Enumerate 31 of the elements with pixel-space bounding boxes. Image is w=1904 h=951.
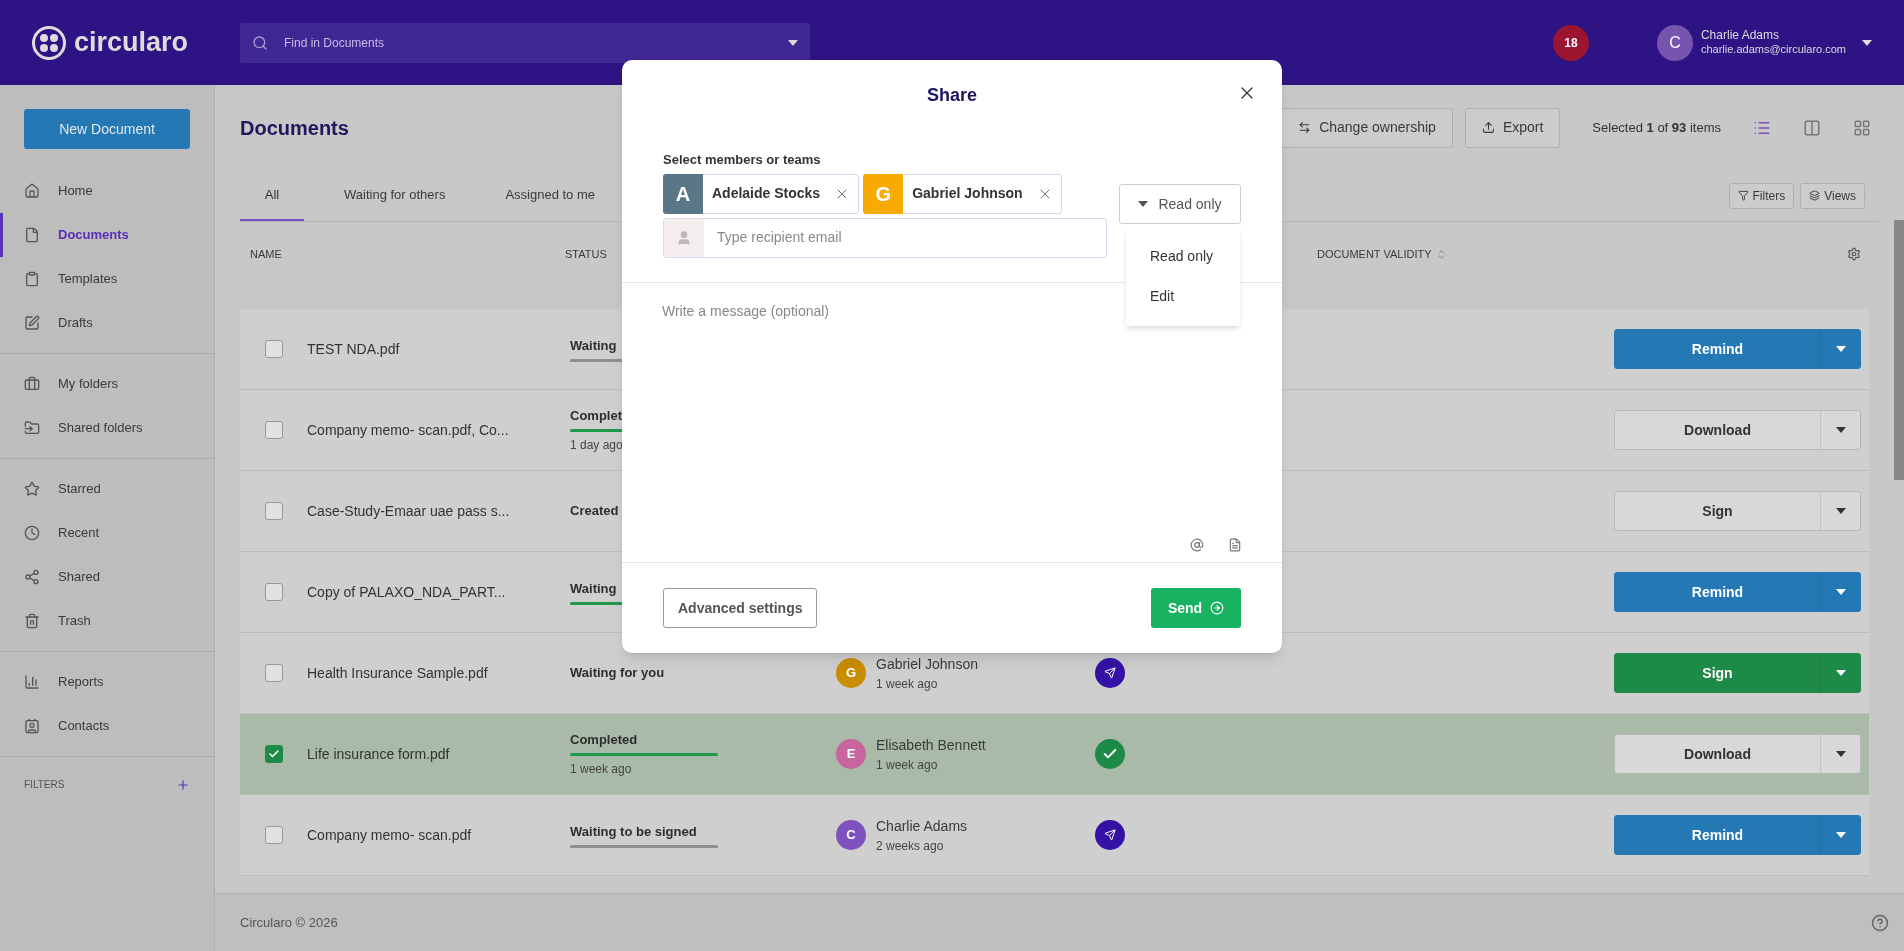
owner-time: 1 week ago (876, 756, 939, 774)
user-email: charlie.adams@circularo.com (1700, 43, 1846, 57)
status-text: Waiting to be signed (570, 822, 697, 841)
recipients-label: Select members or teams (663, 151, 822, 169)
status-text: Complet (570, 406, 622, 425)
status-text: Completed (570, 730, 638, 749)
status-text: Waiting (570, 336, 617, 355)
owner-time: 1 week ago (876, 675, 939, 693)
status-time: 1 day ago (570, 437, 623, 455)
filters-label: FILTERS (24, 778, 65, 792)
status-text: Waiting for you (570, 664, 665, 683)
dialog-title: Share (927, 83, 977, 107)
owner-avatar: E (836, 739, 866, 769)
status-text: Waiting (570, 579, 617, 598)
owner-avatar: C (836, 820, 866, 850)
footer-copyright: Circularo © 2026 (240, 913, 338, 932)
status-time: 1 week ago (570, 761, 632, 779)
user-name: Charlie Adams (1700, 28, 1780, 44)
selection-count: Selected 1 of 93 items (1592, 118, 1721, 137)
owner-name: Gabriel Johnson (876, 654, 978, 674)
recipient-name: Gabriel Johnson (912, 184, 1023, 203)
owner-name: Charlie Adams (876, 816, 968, 836)
owner-avatar: G (836, 658, 866, 688)
owner-time: 2 weeks ago (876, 837, 945, 855)
recipient-name: Adelaide Stocks (712, 184, 821, 203)
recipient-avatar: G (863, 173, 904, 214)
logo-text: circularo (74, 26, 189, 60)
recipient-avatar: A (663, 173, 703, 214)
owner-name: Elisabeth Bennett (876, 735, 986, 755)
page-title: Documents (240, 115, 349, 141)
status-text: Created (570, 502, 619, 521)
